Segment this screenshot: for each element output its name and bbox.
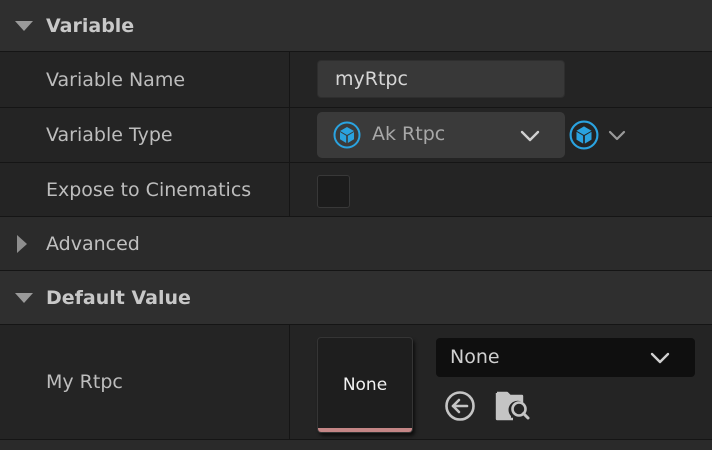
folder-search-icon[interactable] <box>495 389 531 423</box>
row-expose-to-cinematics: Expose to Cinematics <box>0 163 712 217</box>
category-advanced[interactable]: Advanced <box>0 217 712 271</box>
category-default-value[interactable]: Default Value <box>0 271 712 325</box>
details-panel: Variable Variable Name myRtpc Variable T… <box>0 0 712 450</box>
property-value: myRtpc <box>291 52 712 107</box>
panel-bottom-strip <box>0 440 712 450</box>
chevron-down-icon <box>520 130 540 142</box>
property-value <box>291 163 712 216</box>
triangle-right-icon <box>17 234 27 253</box>
asset-picker-dropdown[interactable]: None <box>436 338 695 377</box>
expose-to-cinematics-checkbox[interactable] <box>317 175 350 208</box>
row-my-rtpc: My Rtpc None None <box>0 325 712 440</box>
container-type-chevron-down-icon[interactable] <box>607 129 627 142</box>
arrow-left-circle-icon[interactable] <box>443 389 477 423</box>
property-value: Ak Rtpc <box>291 108 712 162</box>
property-label: My Rtpc <box>0 325 290 439</box>
chevron-down-icon <box>650 352 670 364</box>
property-label: Variable Name <box>0 52 290 107</box>
row-variable-type: Variable Type Ak Rtpc <box>0 108 712 163</box>
category-label: Advanced <box>46 232 140 255</box>
category-variable[interactable]: Variable <box>0 0 712 52</box>
triangle-down-icon <box>15 20 33 31</box>
asset-thumbnail-label: None <box>342 375 388 395</box>
property-value: None None <box>291 325 712 439</box>
asset-type-color-bar <box>318 428 412 432</box>
triangle-down-icon <box>15 292 33 303</box>
variable-type-dropdown[interactable]: Ak Rtpc <box>317 112 565 158</box>
property-label: Expose to Cinematics <box>0 163 290 216</box>
container-type-cube-icon[interactable] <box>569 120 599 150</box>
category-label: Variable <box>46 14 135 37</box>
property-label: Variable Type <box>0 108 290 162</box>
variable-name-input[interactable]: myRtpc <box>317 60 565 98</box>
cube-icon <box>333 121 361 149</box>
asset-thumbnail[interactable]: None <box>317 337 413 433</box>
category-label: Default Value <box>46 286 191 309</box>
asset-picker-value: None <box>450 346 500 368</box>
variable-type-value: Ak Rtpc <box>372 123 446 145</box>
row-variable-name: Variable Name myRtpc <box>0 52 712 108</box>
